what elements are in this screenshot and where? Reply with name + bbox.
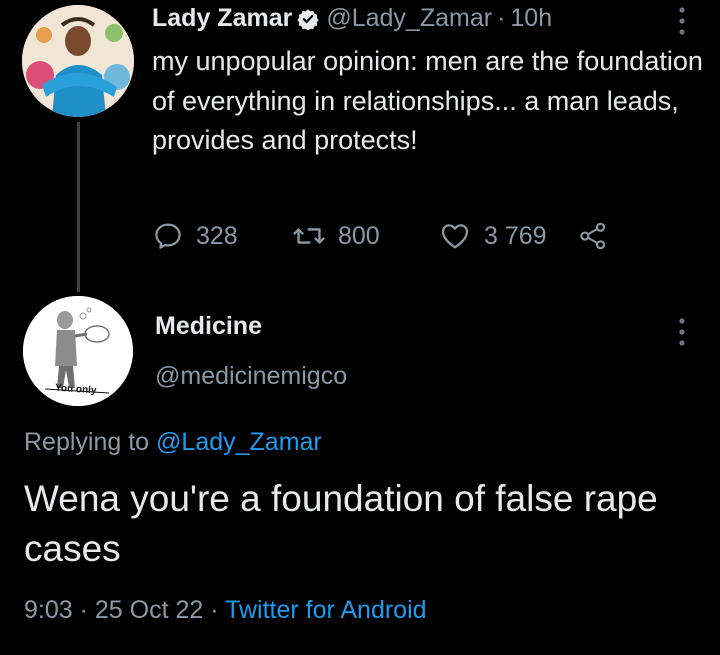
reply-source-link[interactable]: Twitter for Android <box>225 596 426 624</box>
meta-separator: · <box>203 596 226 624</box>
reply-author-name[interactable]: Medicine <box>155 312 262 341</box>
more-icon[interactable] <box>670 315 694 349</box>
tweet-time[interactable]: 10h <box>510 4 552 33</box>
header-separator: · <box>497 4 506 32</box>
reply-button[interactable]: 328 <box>152 216 238 256</box>
retweet-icon <box>293 228 325 244</box>
replying-prefix: Replying to <box>24 428 157 456</box>
reply-count: 328 <box>196 221 238 250</box>
reply-icon <box>155 223 181 249</box>
more-icon[interactable] <box>670 4 694 38</box>
like-icon <box>441 224 469 249</box>
thread-connector-line <box>77 122 80 292</box>
retweet-button[interactable]: 800 <box>292 216 380 256</box>
tweet-text: my unpopular opinion: men are the founda… <box>152 46 703 155</box>
reply-metadata: 9:03 · 25 Oct 22 · Twitter for Android <box>24 596 427 625</box>
like-count: 3 769 <box>484 221 547 250</box>
verified-badge-icon <box>297 8 319 30</box>
tweet-actions: 328 800 3 769 <box>152 216 622 256</box>
tweet-header: Lady Zamar @Lady_Zamar · 10h <box>152 4 552 33</box>
reply-text: Wena you're a foundation of false rape c… <box>24 478 658 569</box>
avatar-medicine[interactable]: You only <box>23 296 133 406</box>
share-button[interactable] <box>578 216 620 256</box>
share-icon <box>580 222 606 250</box>
author-handle[interactable]: @Lady_Zamar <box>326 4 492 33</box>
like-button[interactable]: 3 769 <box>438 216 547 256</box>
reply-date: 25 Oct 22 <box>94 596 204 624</box>
author-name[interactable]: Lady Zamar <box>152 4 292 33</box>
replying-to-link[interactable]: @Lady_Zamar <box>156 428 322 456</box>
meta-separator: · <box>72 596 95 624</box>
avatar-lady-zamar[interactable] <box>22 5 134 117</box>
retweet-count: 800 <box>338 221 380 250</box>
replying-to-line: Replying to @Lady_Zamar <box>24 428 322 457</box>
reply-author-handle[interactable]: @medicinemigco <box>155 362 347 391</box>
reply-time: 9:03 <box>24 596 73 624</box>
